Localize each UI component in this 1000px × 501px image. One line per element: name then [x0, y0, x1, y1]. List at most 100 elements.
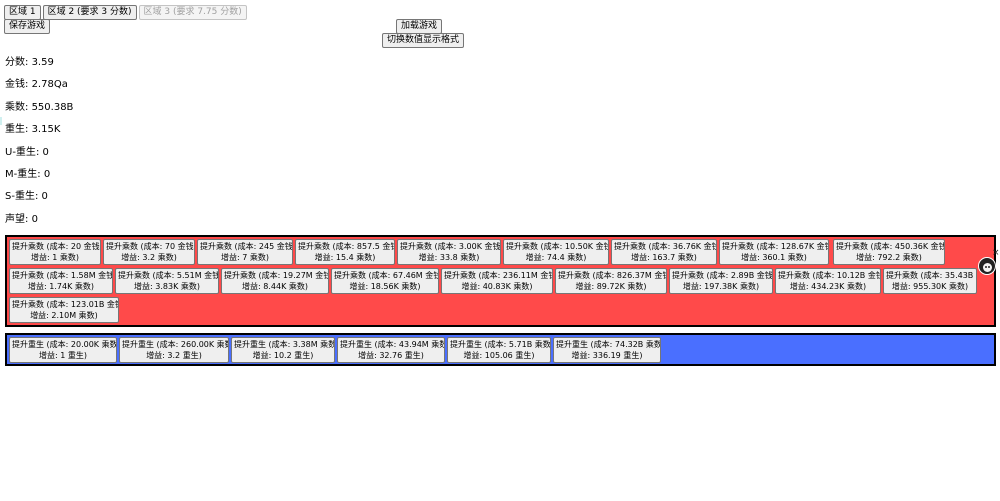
avatar-eye	[985, 266, 987, 268]
rebirth-upgrade-button[interactable]: 提升重生 (成本: 3.38M 乘数 增益: 10.2 重生)	[231, 337, 335, 363]
upgrade-gain: 增益: 18.56K 乘数)	[349, 282, 421, 291]
upgrade-gain: 增益: 197.38K 乘数)	[682, 282, 760, 291]
rebirth-upgrade-button[interactable]: 提升重生 (成本: 260.00K 乘数 增益: 3.2 重生)	[119, 337, 229, 363]
upgrade-gain: 增益: 40.83K 乘数)	[461, 282, 533, 291]
upgrade-cost: 提升乘数 (成本: 128.67K 金钱	[722, 242, 829, 251]
multiplier-upgrade-button[interactable]: 提升乘数 (成本: 245 金钱 增益: 7 乘数)	[197, 239, 293, 265]
multiplier-upgrade-button[interactable]: 提升乘数 (成本: 2.89B 金钱 增益: 197.38K 乘数)	[669, 268, 773, 294]
upgrade-cost: 提升重生 (成本: 20.00K 乘数	[12, 340, 117, 349]
close-icon[interactable]: ×	[992, 249, 1000, 258]
multiplier-upgrade-button[interactable]: 提升乘数 (成本: 20 金钱 增益: 1 乘数)	[9, 239, 101, 265]
stat-value: 0	[43, 168, 51, 180]
upgrade-cost: 提升乘数 (成本: 35.43B 金钱	[886, 271, 976, 280]
stat-value: 0	[31, 213, 38, 225]
upgrade-gain: 增益: 15.4 乘数)	[314, 253, 376, 262]
upgrade-cost: 提升重生 (成本: 3.38M 乘数	[234, 340, 335, 349]
upgrade-gain: 增益: 7 乘数)	[221, 253, 269, 262]
multiplier-upgrade-button[interactable]: 提升乘数 (成本: 10.50K 金钱 增益: 74.4 乘数)	[503, 239, 609, 265]
stat-m-rebirth: M-重生: 0	[5, 168, 51, 180]
rebirth-upgrade-button[interactable]: 提升重生 (成本: 74.32B 乘数 增益: 336.19 重生)	[553, 337, 661, 363]
upgrade-gain: 增益: 360.1 乘数)	[741, 253, 807, 262]
multiplier-upgrade-button[interactable]: 提升乘数 (成本: 19.27M 金钱 增益: 8.44K 乘数)	[221, 268, 329, 294]
upgrade-gain: 增益: 8.44K 乘数)	[242, 282, 308, 291]
stat-rebirth: 重生: 3.15K	[5, 124, 61, 136]
multiplier-upgrade-button[interactable]: 提升乘数 (成本: 70 金钱 增益: 3.2 乘数)	[103, 239, 195, 265]
rebirth-upgrade-button[interactable]: 提升重生 (成本: 5.71B 乘数 增益: 105.06 重生)	[447, 337, 551, 363]
stat-value: 0	[42, 146, 49, 158]
upgrade-gain: 增益: 1.74K 乘数)	[28, 282, 94, 291]
stat-label: 乘数	[5, 101, 25, 113]
multiplier-upgrade-button[interactable]: 提升乘数 (成本: 128.67K 金钱 增益: 360.1 乘数)	[719, 239, 829, 265]
upgrade-gain: 增益: 32.76 重生)	[358, 351, 424, 360]
stat-s-rebirth: S-重生: 0	[5, 191, 48, 203]
multiplier-upgrade-button[interactable]: 提升乘数 (成本: 236.11M 金钱 增益: 40.83K 乘数)	[441, 268, 553, 294]
upgrade-cost: 提升乘数 (成本: 10.50K 金钱	[506, 242, 609, 251]
upgrade-cost: 提升乘数 (成本: 67.46M 金钱	[334, 271, 439, 280]
edge-marker	[0, 117, 2, 125]
multiplier-upgrade-button[interactable]: 提升乘数 (成本: 67.46M 金钱 增益: 18.56K 乘数)	[331, 268, 439, 294]
upgrade-cost: 提升乘数 (成本: 5.51M 金钱	[118, 271, 219, 280]
upgrade-cost: 提升重生 (成本: 43.94M 乘数	[340, 340, 445, 349]
multiplier-upgrade-button[interactable]: 提升乘数 (成本: 123.01B 金钱 增益: 2.10M 乘数)	[9, 297, 119, 323]
multiplier-upgrade-button[interactable]: 提升乘数 (成本: 36.76K 金钱 增益: 163.7 乘数)	[611, 239, 717, 265]
stat-label: S-重生	[5, 191, 35, 203]
stats-panel: 分数: 3.59 金钱: 2.78Qa 乘数: 550.38B 重生: 3.15…	[5, 57, 73, 236]
multiplier-upgrade-button[interactable]: 提升乘数 (成本: 450.36K 金钱 增益: 792.2 乘数)	[833, 239, 945, 265]
upgrade-cost: 提升乘数 (成本: 3.00K 金钱	[400, 242, 501, 251]
save-game-button[interactable]: 保存游戏	[4, 19, 51, 34]
tab-zone-2[interactable]: 区域 2 (要求 3 分数)	[42, 5, 137, 20]
stat-value: 3.59	[31, 57, 54, 68]
upgrade-gain: 增益: 3.2 重生)	[146, 351, 202, 360]
upgrade-cost: 提升重生 (成本: 5.71B 乘数	[450, 340, 551, 349]
upgrade-gain: 增益: 1 重生)	[39, 351, 87, 360]
upgrade-cost: 提升乘数 (成本: 245 金钱	[200, 242, 293, 251]
upgrade-gain: 增益: 33.8 乘数)	[418, 253, 480, 262]
load-game-button[interactable]: 加载游戏	[396, 19, 443, 34]
tab-zone-1[interactable]: 区域 1	[4, 5, 41, 20]
upgrade-cost: 提升乘数 (成本: 236.11M 金钱	[444, 271, 553, 280]
upgrade-cost: 提升乘数 (成本: 20 金钱	[12, 242, 100, 251]
upgrade-gain: 增益: 10.2 重生)	[252, 351, 314, 360]
upgrade-cost: 提升乘数 (成本: 2.89B 金钱	[672, 271, 773, 280]
upgrade-cost: 提升重生 (成本: 260.00K 乘数	[122, 340, 229, 349]
upgrade-gain: 增益: 163.7 乘数)	[631, 253, 697, 262]
upgrade-gain: 增益: 792.2 乘数)	[856, 253, 922, 262]
upgrade-gain: 增益: 1 乘数)	[31, 253, 79, 262]
stat-value: 2.78Qa	[31, 79, 68, 91]
rebirth-upgrade-button[interactable]: 提升重生 (成本: 43.94M 乘数 增益: 32.76 重生)	[337, 337, 445, 363]
multiplier-upgrade-button[interactable]: 提升乘数 (成本: 3.00K 金钱 增益: 33.8 乘数)	[397, 239, 501, 265]
multiplier-upgrade-button[interactable]: 提升乘数 (成本: 10.12B 金钱 增益: 434.23K 乘数)	[775, 268, 881, 294]
avatar-eye	[988, 266, 990, 268]
toggle-format-button[interactable]: 切换数值显示格式	[382, 33, 465, 48]
stat-score: 分数: 3.59	[5, 57, 54, 68]
upgrade-cost: 提升乘数 (成本: 123.01B 金钱	[12, 300, 119, 309]
stat-value: 3.15K	[31, 124, 61, 136]
upgrade-cost: 提升乘数 (成本: 36.76K 金钱	[614, 242, 717, 251]
upgrade-gain: 增益: 74.4 乘数)	[525, 253, 587, 262]
rebirth-upgrade-button[interactable]: 提升重生 (成本: 20.00K 乘数 增益: 1 重生)	[9, 337, 117, 363]
avatar-icon[interactable]	[978, 257, 996, 275]
multiplier-upgrade-button[interactable]: 提升乘数 (成本: 826.37M 金钱 增益: 89.72K 乘数)	[555, 268, 667, 294]
upgrade-gain: 增益: 3.2 乘数)	[121, 253, 177, 262]
stat-label: 分数	[5, 57, 25, 68]
upgrade-gain: 增益: 336.19 重生)	[571, 351, 643, 360]
upgrade-gain: 增益: 955.30K 乘数)	[891, 282, 969, 291]
upgrade-cost: 提升重生 (成本: 74.32B 乘数	[556, 340, 661, 349]
stat-label: U-重生	[5, 146, 36, 158]
rebirth-upgrade-zone: 提升重生 (成本: 20.00K 乘数 增益: 1 重生) 提升重生 (成本: 2…	[5, 333, 996, 366]
multiplier-upgrade-button[interactable]: 提升乘数 (成本: 1.58M 金钱 增益: 1.74K 乘数)	[9, 268, 113, 294]
stat-label: 重生	[5, 124, 25, 136]
stat-label: M-重生	[5, 168, 38, 180]
stat-multiplier: 乘数: 550.38B	[5, 101, 74, 113]
multiplier-upgrade-button[interactable]: 提升乘数 (成本: 5.51M 金钱 增益: 3.83K 乘数)	[115, 268, 219, 294]
multiplier-upgrade-button[interactable]: 提升乘数 (成本: 35.43B 金钱增益: 955.30K 乘数)	[883, 268, 977, 294]
upgrade-gain: 增益: 3.83K 乘数)	[134, 282, 200, 291]
upgrade-cost: 提升乘数 (成本: 450.36K 金钱	[836, 242, 945, 251]
multiplier-upgrade-button[interactable]: 提升乘数 (成本: 857.5 金钱 增益: 15.4 乘数)	[295, 239, 395, 265]
tab-zone-3[interactable]: 区域 3 (要求 7.75 分数)	[138, 5, 247, 20]
stat-label: 声望	[5, 213, 25, 225]
stat-money: 金钱: 2.78Qa	[5, 79, 68, 91]
upgrade-cost: 提升乘数 (成本: 857.5 金钱	[298, 242, 395, 251]
avatar-face	[983, 263, 992, 272]
upgrade-gain: 增益: 105.06 重生)	[463, 351, 535, 360]
